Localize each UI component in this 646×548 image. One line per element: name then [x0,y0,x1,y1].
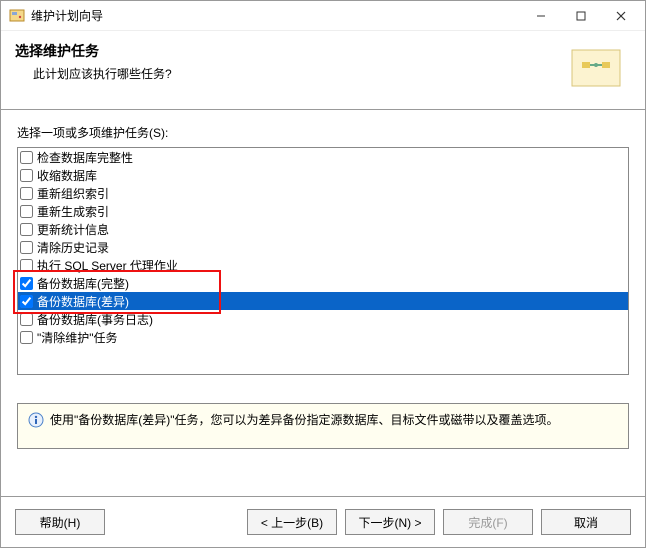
task-checkbox[interactable] [20,223,33,236]
wizard-header: 选择维护任务 此计划应该执行哪些任务? [1,31,645,110]
task-label: 备份数据库(差异) [37,293,129,310]
task-checkbox[interactable] [20,313,33,326]
task-checkbox[interactable] [20,151,33,164]
window-title: 维护计划向导 [31,7,521,24]
finish-button[interactable]: 完成(F) [443,509,533,535]
task-label: 检查数据库完整性 [37,149,133,166]
header-title: 选择维护任务 [15,41,561,61]
back-button[interactable]: < 上一步(B) [247,509,337,535]
task-item[interactable]: 检查数据库完整性 [18,148,628,166]
task-item[interactable]: 清除历史记录 [18,238,628,256]
titlebar: 维护计划向导 [1,1,645,31]
task-item[interactable]: "清除维护"任务 [18,328,628,346]
task-checkbox[interactable] [20,277,33,290]
task-label: 执行 SQL Server 代理作业 [37,257,178,274]
window-controls [521,2,641,30]
minimize-button[interactable] [521,2,561,30]
task-label: "清除维护"任务 [37,329,118,346]
task-item[interactable]: 收缩数据库 [18,166,628,184]
task-list-label: 选择一项或多项维护任务(S): [17,124,629,141]
task-item[interactable]: 更新统计信息 [18,220,628,238]
task-item[interactable]: 备份数据库(事务日志) [18,310,628,328]
task-checkbox[interactable] [20,169,33,182]
hint-text: 使用"备份数据库(差异)"任务，您可以为差异备份指定源数据库、目标文件或磁带以及… [50,412,559,429]
task-list[interactable]: 检查数据库完整性收缩数据库重新组织索引重新生成索引更新统计信息清除历史记录执行 … [17,147,629,375]
task-item[interactable]: 重新组织索引 [18,184,628,202]
task-item[interactable]: 备份数据库(差异) [18,292,628,310]
task-item[interactable]: 重新生成索引 [18,202,628,220]
hint-panel: 使用"备份数据库(差异)"任务，您可以为差异备份指定源数据库、目标文件或磁带以及… [17,403,629,449]
task-label: 备份数据库(完整) [37,275,129,292]
task-label: 重新组织索引 [37,185,109,202]
task-item[interactable]: 备份数据库(完整) [18,274,628,292]
task-checkbox[interactable] [20,259,33,272]
task-label: 重新生成索引 [37,203,109,220]
next-button[interactable]: 下一步(N) > [345,509,435,535]
cancel-button[interactable]: 取消 [541,509,631,535]
task-label: 更新统计信息 [37,221,109,238]
wizard-footer: 帮助(H) < 上一步(B) 下一步(N) > 完成(F) 取消 [1,496,645,547]
app-icon [9,8,25,24]
task-checkbox[interactable] [20,205,33,218]
task-label: 收缩数据库 [37,167,97,184]
task-checkbox[interactable] [20,331,33,344]
task-item[interactable]: 执行 SQL Server 代理作业 [18,256,628,274]
task-label: 清除历史记录 [37,239,109,256]
close-button[interactable] [601,2,641,30]
task-checkbox[interactable] [20,295,33,308]
task-checkbox[interactable] [20,241,33,254]
header-text: 选择维护任务 此计划应该执行哪些任务? [15,41,561,97]
header-subtitle: 此计划应该执行哪些任务? [15,65,561,82]
wizard-window: 维护计划向导 选择维护任务 此计划应该执行哪些任务? [0,0,646,548]
task-label: 备份数据库(事务日志) [37,311,153,328]
maximize-button[interactable] [561,2,601,30]
header-decorative-icon [561,41,631,97]
help-button[interactable]: 帮助(H) [15,509,105,535]
task-checkbox[interactable] [20,187,33,200]
info-icon [28,412,44,428]
content-area: 选择一项或多项维护任务(S): 检查数据库完整性收缩数据库重新组织索引重新生成索… [1,110,645,496]
